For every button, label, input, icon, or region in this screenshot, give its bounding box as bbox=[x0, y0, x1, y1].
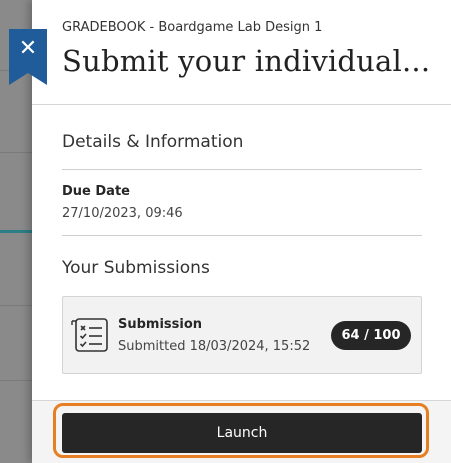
submission-card[interactable]: Submission Submitted 18/03/2024, 15:52 6… bbox=[62, 296, 422, 374]
due-date-value: 27/10/2023, 09:46 bbox=[62, 206, 183, 221]
breadcrumb: GRADEBOOK - Boardgame Lab Design 1 bbox=[62, 20, 323, 35]
details-heading: Details & Information bbox=[62, 132, 244, 152]
checklist-icon bbox=[71, 318, 108, 352]
details-divider bbox=[62, 169, 422, 170]
close-button[interactable]: ✕ bbox=[9, 29, 47, 85]
header-divider bbox=[32, 104, 451, 105]
submissions-heading: Your Submissions bbox=[62, 258, 210, 278]
close-icon: ✕ bbox=[18, 36, 38, 61]
submission-timestamp: Submitted 18/03/2024, 15:52 bbox=[118, 339, 311, 354]
due-date-label: Due Date bbox=[62, 184, 130, 199]
submission-title: Submission bbox=[118, 317, 203, 332]
due-date-divider bbox=[62, 235, 422, 236]
grade-badge: 64 / 100 bbox=[331, 321, 411, 350]
page-title: Submit your individual... bbox=[62, 44, 431, 78]
launch-button[interactable]: Launch bbox=[62, 413, 422, 453]
